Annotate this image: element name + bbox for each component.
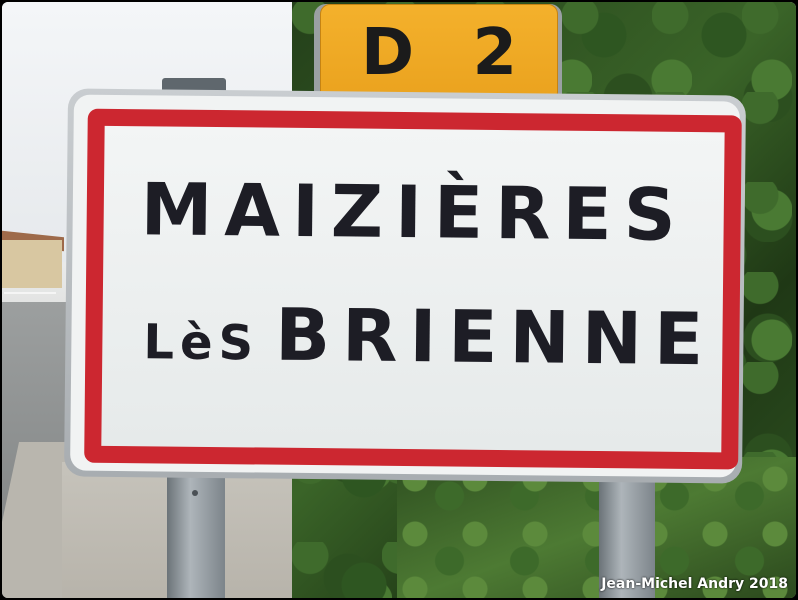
road-number-plate-face: D 2 (320, 4, 558, 102)
town-name-line1: MAIZIÈRES (140, 167, 689, 257)
town-name-prefix: LèS (143, 314, 260, 372)
photo-credit: Jean-Michel Andry 2018 (601, 576, 788, 592)
town-name-line2: LèS BRIENNE (143, 291, 716, 382)
sign-red-border (84, 108, 742, 470)
road-number: D 2 (361, 16, 535, 90)
town-entry-sign: MAIZIÈRES LèS BRIENNE (63, 88, 747, 484)
post-bolt (192, 490, 198, 496)
house (2, 240, 62, 288)
photo-frame: D 2 MAIZIÈRES LèS BRIENNE Jean-Michel And… (2, 2, 796, 598)
town-name-suffix: BRIENNE (274, 292, 716, 382)
sign-face: MAIZIÈRES LèS BRIENNE (70, 94, 742, 478)
